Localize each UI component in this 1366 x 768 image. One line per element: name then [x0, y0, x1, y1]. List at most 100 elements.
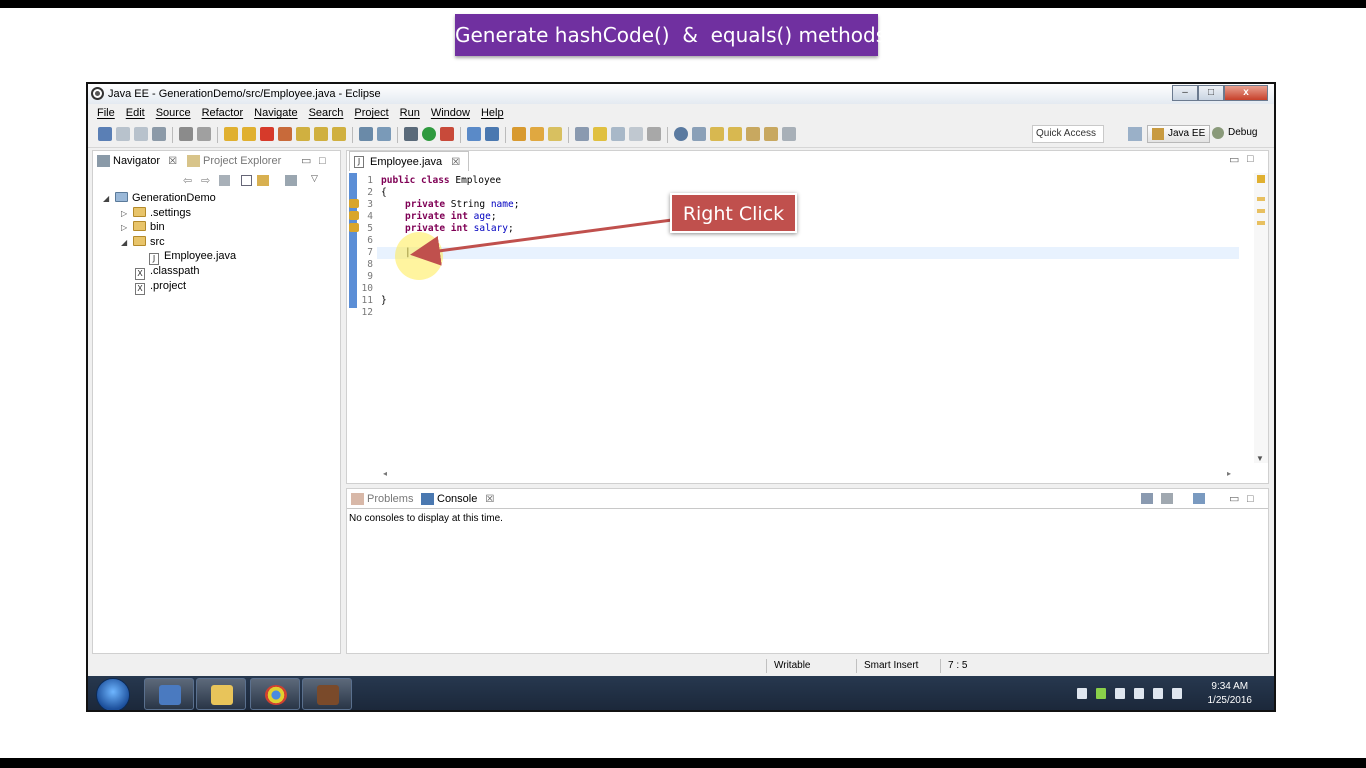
search-icon[interactable]	[548, 127, 562, 141]
block-selection-icon[interactable]	[629, 127, 643, 141]
taskbar-app-explorer[interactable]	[196, 678, 246, 710]
forward-arrow-icon[interactable]: ⇨	[201, 174, 210, 187]
tree-item-src[interactable]: ◢ src	[121, 235, 165, 250]
perspective-java-ee[interactable]: Java EE	[1147, 125, 1211, 143]
menu-source[interactable]: Source	[156, 104, 191, 122]
pin-console-icon[interactable]	[1141, 493, 1153, 504]
scroll-down-icon[interactable]: ▼	[1256, 454, 1264, 463]
view-menu-icon[interactable]: ▽	[311, 173, 318, 184]
tree-item-project[interactable]: ◢ GenerationDemo	[103, 191, 216, 206]
minimize-editor-icon[interactable]: ▭	[1229, 153, 1239, 166]
new-class-icon[interactable]	[485, 127, 499, 141]
menu-search[interactable]: Search	[309, 104, 344, 122]
globe-icon[interactable]	[674, 127, 688, 141]
menu-window[interactable]: Window	[431, 104, 470, 122]
expand-arrow-icon[interactable]: ◢	[121, 235, 127, 250]
taskbar-app-eclipse[interactable]	[302, 678, 352, 710]
previous-annotation-icon[interactable]	[728, 127, 742, 141]
open-task-icon[interactable]	[359, 127, 373, 141]
editor-tab-employee-java[interactable]: J Employee.java ☒	[349, 151, 470, 171]
menu-edit[interactable]: Edit	[126, 104, 145, 122]
forward-icon[interactable]	[782, 127, 796, 141]
save-all-icon[interactable]	[134, 127, 148, 141]
pen-icon[interactable]	[593, 127, 607, 141]
warning-marker-icon[interactable]	[349, 211, 359, 220]
tab-project-explorer[interactable]: Project Explorer	[185, 151, 281, 171]
maximize-view-icon[interactable]: □	[319, 151, 326, 171]
network-device-icon[interactable]	[1134, 688, 1144, 699]
toggle-mark-icon[interactable]	[611, 127, 625, 141]
overview-marker[interactable]	[1257, 221, 1265, 225]
display-console-icon[interactable]	[1161, 493, 1173, 504]
tree-item-classpath[interactable]: X .classpath	[135, 264, 200, 280]
maximize-button[interactable]: □	[1198, 85, 1224, 101]
quick-access-input[interactable]: Quick Access	[1032, 125, 1104, 143]
debug-icon[interactable]	[404, 127, 418, 141]
tree-item-bin[interactable]: ▷ bin	[121, 220, 165, 235]
tree-item-project-file[interactable]: X .project	[135, 279, 186, 295]
step-into-icon[interactable]	[296, 127, 310, 141]
warning-marker-icon[interactable]	[349, 199, 359, 208]
back-icon[interactable]	[764, 127, 778, 141]
window-titlebar[interactable]: Java EE - GenerationDemo/src/Employee.ja…	[88, 84, 1274, 104]
scroll-left-icon[interactable]: ◂	[383, 469, 387, 478]
open-console-icon[interactable]	[1193, 493, 1205, 504]
menu-refactor[interactable]: Refactor	[202, 104, 244, 122]
new-icon[interactable]	[98, 127, 112, 141]
disconnect-icon[interactable]	[278, 127, 292, 141]
close-tab-icon[interactable]: ☒	[485, 494, 494, 505]
link-editor-icon[interactable]	[257, 175, 269, 186]
minimize-button[interactable]: –	[1172, 85, 1198, 101]
open-folder-icon[interactable]	[530, 127, 544, 141]
tree-item-employee-java[interactable]: J Employee.java	[149, 249, 236, 265]
collapse-all-icon[interactable]	[241, 175, 252, 186]
suspend-icon[interactable]	[242, 127, 256, 141]
resume-icon[interactable]	[224, 127, 238, 141]
tab-navigator[interactable]: Navigator ☒	[95, 151, 177, 171]
maximize-view-icon[interactable]: □	[1247, 489, 1254, 509]
minimize-view-icon[interactable]: ▭	[1229, 489, 1239, 509]
close-tab-icon[interactable]: ☒	[451, 157, 460, 168]
close-button[interactable]: x	[1224, 85, 1268, 101]
overview-warning-icon[interactable]	[1257, 175, 1265, 183]
close-tab-icon[interactable]: ☒	[168, 156, 177, 167]
tab-console[interactable]: Console ☒	[419, 489, 494, 509]
pin-icon[interactable]	[692, 127, 706, 141]
last-edit-icon[interactable]	[746, 127, 760, 141]
code-text-area[interactable]: 1 2 3 4 5 6 7 8 9 10 11 12 public class …	[347, 173, 1268, 471]
start-button-icon[interactable]	[96, 678, 130, 710]
signal-icon[interactable]	[1153, 688, 1163, 699]
collapse-arrow-icon[interactable]: ▷	[121, 220, 127, 235]
menu-file[interactable]: File	[97, 104, 115, 122]
show-hidden-icon[interactable]	[1077, 688, 1087, 699]
step-return-icon[interactable]	[332, 127, 346, 141]
menu-run[interactable]: Run	[400, 104, 420, 122]
filter-icon[interactable]	[285, 175, 297, 186]
next-annotation-icon[interactable]	[710, 127, 724, 141]
minimize-view-icon[interactable]: ▭	[301, 151, 311, 171]
print-icon[interactable]	[152, 127, 166, 141]
expand-arrow-icon[interactable]: ◢	[103, 191, 109, 206]
warning-marker-icon[interactable]	[349, 223, 359, 232]
servers-icon[interactable]	[377, 127, 391, 141]
skip-breakpoints-icon[interactable]	[197, 127, 211, 141]
save-icon[interactable]	[116, 127, 130, 141]
editor-horizontal-scrollbar[interactable]: ◂ ▸	[377, 469, 1237, 481]
tab-problems[interactable]: Problems	[349, 489, 413, 509]
taskbar-clock[interactable]: 9:34 AM 1/25/2016	[1208, 680, 1253, 708]
new-server-icon[interactable]	[467, 127, 481, 141]
binary-icon[interactable]	[179, 127, 193, 141]
menu-help[interactable]: Help	[481, 104, 504, 122]
taskbar-app-chrome[interactable]	[250, 678, 300, 710]
scroll-right-icon[interactable]: ▸	[1227, 469, 1231, 478]
taskbar-app-1[interactable]	[144, 678, 194, 710]
run-icon[interactable]	[422, 127, 436, 141]
maximize-editor-icon[interactable]: □	[1247, 153, 1254, 165]
terminate-icon[interactable]	[260, 127, 274, 141]
menu-project[interactable]: Project	[354, 104, 388, 122]
overview-marker[interactable]	[1257, 197, 1265, 201]
step-over-icon[interactable]	[314, 127, 328, 141]
editor-vertical-scrollbar[interactable]: ▲ ▼	[1254, 173, 1268, 463]
annotation-icon[interactable]	[575, 127, 589, 141]
perspective-debug[interactable]: Debug	[1208, 125, 1261, 143]
